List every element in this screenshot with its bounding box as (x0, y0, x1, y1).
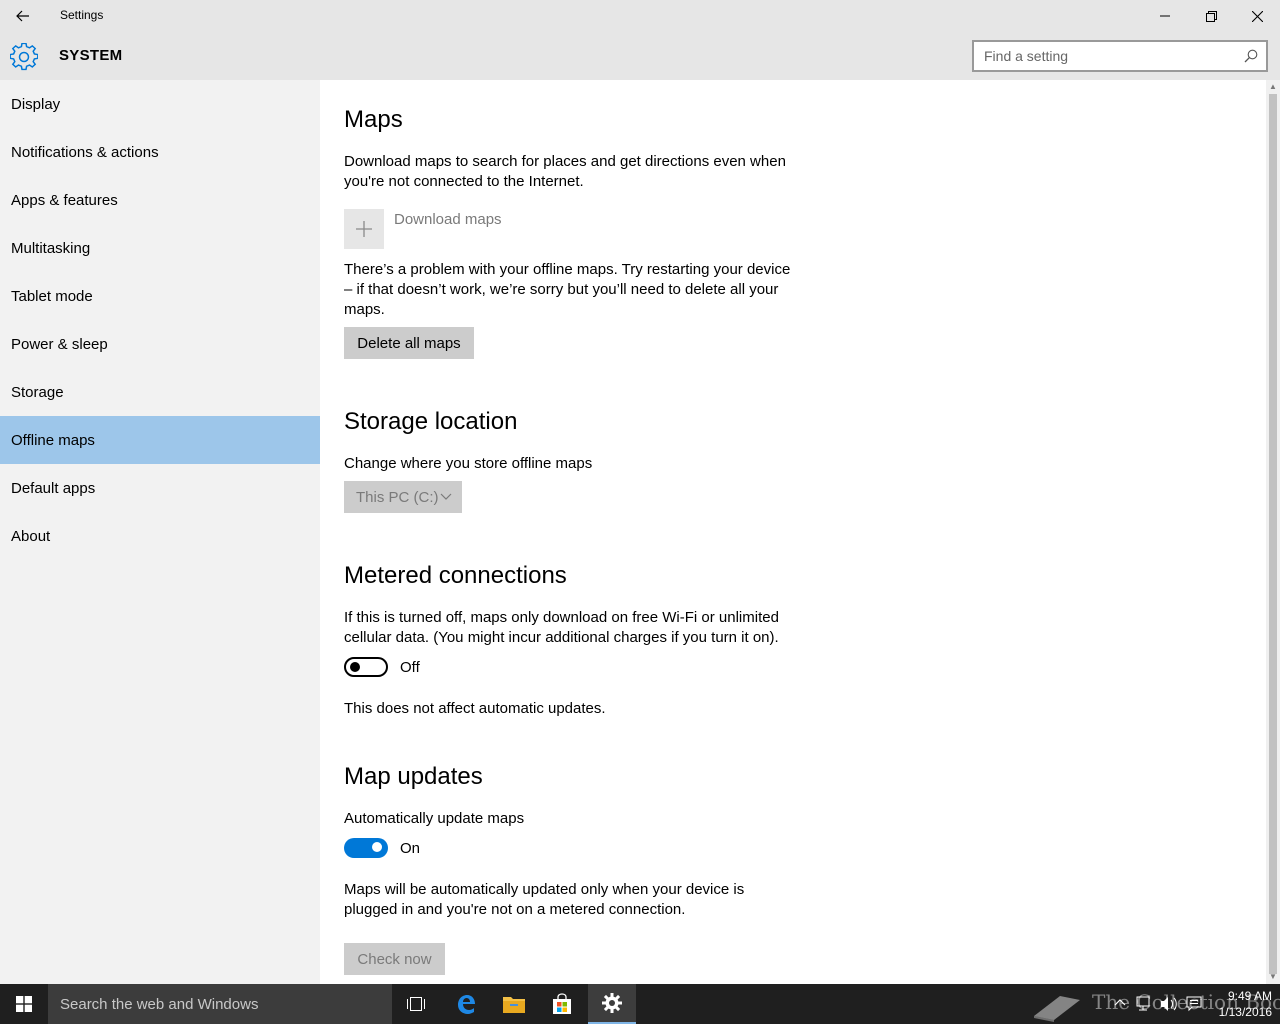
taskbar-search-box[interactable]: Search the web and Windows (48, 984, 392, 1024)
sidebar-item-label: Storage (11, 383, 64, 401)
windows-logo-icon (16, 996, 32, 1012)
minimize-button[interactable] (1142, 0, 1188, 32)
back-arrow-icon (16, 10, 29, 22)
content-scrollbar[interactable]: ▲ ▼ (1266, 80, 1280, 984)
back-button[interactable] (0, 0, 46, 32)
chevron-down-icon (440, 493, 452, 500)
folder-icon (503, 997, 525, 1013)
restore-button[interactable] (1188, 0, 1234, 32)
auto-update-toggle-state: On (400, 840, 421, 857)
gear-icon (602, 993, 622, 1013)
storage-location-description: Change where you store offline maps (344, 455, 593, 472)
scroll-up-icon[interactable]: ▲ (1268, 82, 1278, 92)
clock-time: 9:49 AM (1227, 989, 1272, 1003)
maps-heading: Maps (344, 106, 403, 133)
sidebar-item-label: Tablet mode (11, 287, 93, 305)
sidebar-item-default-apps[interactable]: Default apps (0, 464, 320, 512)
download-maps-label[interactable]: Download maps (394, 211, 502, 228)
sidebar-item-label: Power & sleep (11, 335, 108, 353)
maps-description: Download maps to search for places and g… (344, 153, 786, 190)
edge-icon (458, 995, 475, 1014)
page-title: SYSTEM (59, 47, 123, 64)
map-updates-heading: Map updates (344, 763, 483, 790)
sidebar-item-multitasking[interactable]: Multitasking (0, 224, 320, 272)
auto-update-toggle[interactable] (344, 838, 388, 858)
metered-connections-description: If this is turned off, maps only downloa… (344, 609, 779, 646)
network-icon[interactable] (1136, 996, 1154, 1012)
sidebar-item-label: About (11, 527, 51, 545)
show-hidden-icons-icon[interactable] (1114, 996, 1126, 1010)
edge-browser-button[interactable] (442, 984, 490, 1024)
sidebar-item-display[interactable]: Display (0, 80, 320, 128)
system-clock[interactable]: 9:49 AM 1/13/2016 (1206, 988, 1272, 1020)
task-view-button[interactable] (392, 984, 440, 1024)
window-title: Settings (60, 8, 104, 22)
toggle-knob (350, 662, 360, 672)
sidebar-item-storage[interactable]: Storage (0, 368, 320, 416)
sidebar-item-label: Default apps (11, 479, 96, 497)
sidebar-item-about[interactable]: About (0, 512, 320, 560)
dropdown-selected-value: This PC (C:) (356, 488, 439, 506)
auto-update-heading: Automatically update maps (344, 810, 525, 827)
map-updates-description: Maps will be automatically updated only … (344, 881, 745, 918)
store-bag-icon (553, 993, 571, 1014)
store-button[interactable] (538, 984, 586, 1024)
maps-problem-text: There’s a problem with your offline maps… (344, 261, 791, 318)
plus-icon (356, 221, 372, 237)
file-explorer-button[interactable] (490, 984, 538, 1024)
sidebar: Display Notifications & actions Apps & f… (0, 80, 320, 984)
sidebar-item-offline-maps[interactable]: Offline maps (0, 416, 320, 464)
metered-toggle-state: Off (400, 659, 420, 676)
scroll-down-icon[interactable]: ▼ (1268, 972, 1278, 982)
storage-location-heading: Storage location (344, 408, 518, 435)
volume-icon[interactable] (1160, 996, 1180, 1012)
sidebar-item-label: Offline maps (11, 431, 95, 449)
check-now-button[interactable]: Check now (344, 943, 445, 975)
taskbar-search-placeholder: Search the web and Windows (60, 996, 259, 1013)
search-icon[interactable] (1244, 49, 1258, 63)
sidebar-item-notifications[interactable]: Notifications & actions (0, 128, 320, 176)
search-box[interactable] (972, 40, 1268, 72)
sidebar-item-label: Multitasking (11, 239, 91, 257)
book-icon (1034, 996, 1080, 1022)
scroll-thumb[interactable] (1269, 94, 1277, 974)
sidebar-item-apps-features[interactable]: Apps & features (0, 176, 320, 224)
metered-note: This does not affect automatic updates. (344, 700, 606, 717)
search-input[interactable] (974, 42, 1234, 70)
start-button[interactable] (0, 984, 48, 1024)
sidebar-item-label: Notifications & actions (11, 143, 159, 161)
settings-taskbar-button[interactable] (588, 984, 636, 1024)
taskbar: Search the web and Windows The Collectio… (0, 984, 1280, 1024)
title-bar: Settings (0, 0, 1280, 32)
delete-all-maps-button[interactable]: Delete all maps (344, 327, 474, 359)
minimize-icon (1160, 15, 1170, 17)
sidebar-item-label: Display (11, 95, 61, 113)
gear-icon (9, 42, 39, 71)
sidebar-item-label: Apps & features (11, 191, 118, 209)
close-icon (1251, 10, 1263, 22)
metered-connections-toggle[interactable] (344, 657, 388, 677)
task-view-icon (407, 997, 425, 1011)
sidebar-item-power-sleep[interactable]: Power & sleep (0, 320, 320, 368)
toggle-knob (372, 842, 382, 852)
close-button[interactable] (1234, 0, 1280, 32)
metered-connections-heading: Metered connections (344, 562, 567, 589)
clock-date: 1/13/2016 (1218, 1005, 1272, 1019)
storage-location-dropdown[interactable]: This PC (C:) (344, 481, 462, 513)
download-maps-button[interactable] (344, 209, 384, 249)
restore-icon (1205, 10, 1217, 22)
action-center-icon[interactable] (1186, 996, 1202, 1012)
settings-header: SYSTEM (0, 32, 1280, 80)
content-pane: Maps Download maps to search for places … (320, 80, 1266, 984)
sidebar-item-tablet-mode[interactable]: Tablet mode (0, 272, 320, 320)
